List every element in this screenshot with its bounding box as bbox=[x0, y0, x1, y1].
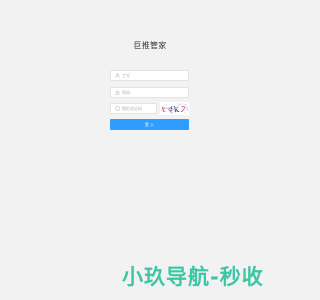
login-button[interactable]: 登 入 bbox=[110, 119, 189, 130]
captcha-image[interactable]: t 4 k 7 bbox=[160, 102, 189, 115]
lock-icon bbox=[114, 90, 120, 96]
page-title: 巨推管家 bbox=[133, 41, 167, 50]
svg-text:t: t bbox=[161, 105, 167, 115]
captcha-field[interactable]: 图形验证码 bbox=[110, 103, 157, 114]
captcha-placeholder: 图形验证码 bbox=[122, 105, 142, 111]
password-field[interactable]: 密码 bbox=[110, 87, 189, 98]
password-placeholder: 密码 bbox=[122, 89, 130, 95]
watermark-text: 小玖导航-秒收 bbox=[122, 265, 264, 289]
username-field[interactable]: 工号 bbox=[110, 70, 189, 81]
captcha-row: 图形验证码 t 4 k 7 bbox=[110, 102, 189, 115]
login-page: 巨推管家 工号 密码 图形验证码 t 4 k 7 登 入 小玖导航-秒收 bbox=[0, 0, 300, 300]
username-placeholder: 工号 bbox=[122, 72, 130, 78]
user-icon bbox=[114, 73, 120, 79]
shield-icon bbox=[114, 106, 120, 112]
